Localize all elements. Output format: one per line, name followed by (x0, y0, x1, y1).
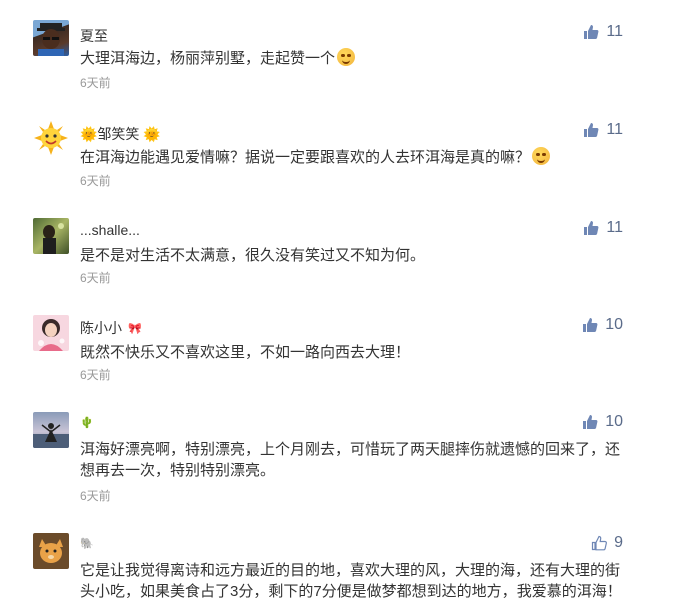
like-count: 10 (605, 316, 623, 333)
like-button[interactable]: 10 (582, 413, 623, 431)
thumbs-up-outline-icon (591, 535, 608, 551)
like-count: 11 (606, 23, 623, 40)
comment-author[interactable]: 🌵 (80, 414, 94, 430)
elephant-badge-icon: 🐘 (80, 538, 94, 550)
comment-text: 洱海好漂亮啊，特别漂亮，上个月刚去，可惜玩了两天腿摔伤就遗憾的回来了，还想再去一… (80, 441, 621, 479)
like-count: 11 (606, 219, 623, 236)
comment-time: 6天前 (80, 76, 111, 90)
like-count: 11 (606, 121, 623, 138)
comment-time: 6天前 (80, 489, 111, 503)
cactus-badge-icon: 🌵 (80, 417, 94, 429)
thumbs-up-icon (584, 221, 599, 235)
heart-eyes-emoji-icon (337, 48, 356, 66)
grin-emoji-icon (532, 147, 551, 165)
comment-text: 大理洱海边，杨丽萍别墅，走起赞一个 (80, 50, 336, 67)
comment-text: 既然不快乐又不喜欢这里，不如一路向西去大理！ (80, 344, 411, 361)
thumbs-up-icon (583, 318, 598, 332)
thumbs-up-icon (584, 25, 599, 39)
comment-time: 6天前 (80, 174, 111, 188)
comment-text-wrap: 在洱海边能遇见爱情嘛？据说一定要跟喜欢的人去环洱海是真的嘛？ (80, 147, 628, 168)
thumbs-up-icon (584, 123, 599, 137)
ribbon-badge-icon: 🎀 (128, 323, 142, 335)
like-button[interactable]: 11 (583, 121, 623, 139)
comment-author[interactable]: 陈小小 🎀 (80, 318, 142, 338)
avatar[interactable] (33, 412, 69, 448)
avatar[interactable] (33, 20, 69, 56)
comment-text: 是不是对生活不太满意，很久没有笑过又不知为何。 (80, 247, 426, 264)
avatar[interactable] (33, 315, 69, 351)
avatar[interactable] (33, 218, 69, 254)
thumbs-up-icon (583, 415, 598, 429)
like-button[interactable]: 10 (582, 316, 623, 334)
like-button[interactable]: 9 (591, 534, 623, 552)
like-button[interactable]: 11 (583, 23, 623, 41)
comment-time: 6天前 (80, 368, 111, 382)
comment-time: 6天前 (80, 271, 111, 285)
comment-author[interactable]: ...shalle... (80, 222, 140, 238)
comment-text: 在洱海边能遇见爱情嘛？据说一定要跟喜欢的人去环洱海是真的嘛？ (80, 149, 531, 166)
like-count: 10 (605, 413, 623, 430)
comment-author-name: 陈小小 (80, 320, 122, 336)
comment-author[interactable]: 🐘 (80, 535, 94, 551)
comment-author[interactable]: 夏至 (80, 26, 108, 46)
avatar[interactable] (33, 533, 69, 569)
comment-text: 它是让我觉得离诗和远方最近的目的地，喜欢大理的风，大理的海，还有大理的街头小吃，… (80, 562, 622, 600)
comment-author[interactable]: 🌞邹笑笑 🌞 (80, 124, 161, 144)
comment-text-wrap: 大理洱海边，杨丽萍别墅，走起赞一个 (80, 48, 628, 69)
like-button[interactable]: 11 (583, 219, 623, 237)
like-count: 9 (614, 534, 623, 551)
avatar[interactable] (33, 120, 69, 156)
